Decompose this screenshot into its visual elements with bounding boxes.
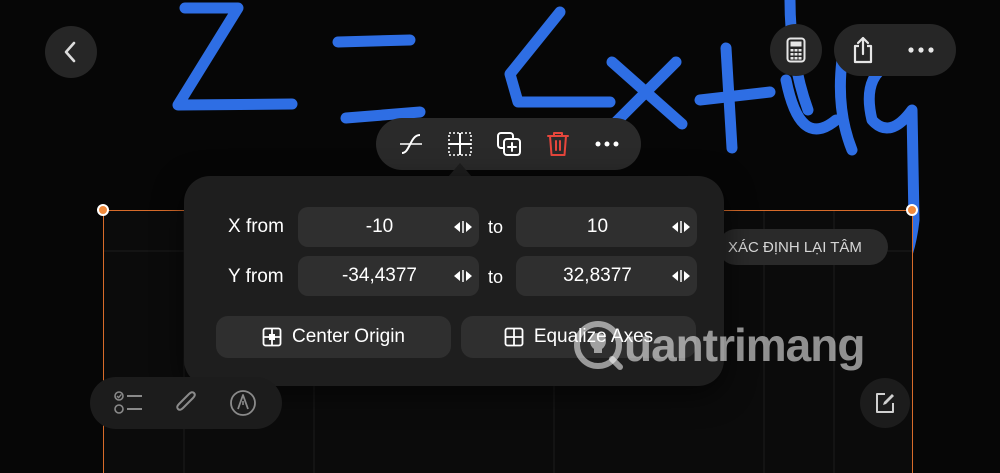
recenter-button[interactable]: XÁC ĐỊNH LẠI TÂM — [718, 229, 888, 265]
y-from-label: Y from — [228, 266, 284, 287]
calculator-icon — [786, 37, 806, 63]
equalize-axes-icon — [504, 327, 524, 347]
watermark-text: uantrimang — [624, 319, 865, 371]
center-origin-button[interactable]: Center Origin — [216, 316, 451, 358]
x-from-value: -10 — [365, 216, 394, 237]
watermark-logo-icon — [574, 321, 623, 370]
x-from-stepper[interactable] — [447, 220, 479, 234]
duplicate-button[interactable] — [489, 124, 529, 164]
grid-axes-button[interactable] — [440, 124, 480, 164]
markup-button[interactable] — [223, 383, 263, 423]
share-button[interactable] — [834, 24, 892, 76]
back-button[interactable] — [45, 26, 97, 78]
y-from-stepper[interactable] — [447, 269, 479, 283]
checklist-icon — [113, 391, 142, 414]
delete-button[interactable] — [538, 124, 578, 164]
x-to-stepper[interactable] — [665, 220, 697, 234]
more-options-button[interactable] — [892, 24, 950, 76]
y-to-label: to — [488, 267, 504, 287]
x-from-field[interactable]: -10 — [298, 207, 479, 247]
share-icon — [853, 36, 873, 64]
selection-handle-right[interactable] — [906, 204, 918, 216]
compose-icon — [876, 393, 894, 413]
checklist-button[interactable] — [109, 383, 149, 423]
y-to-field[interactable]: 32,8377 — [516, 256, 697, 296]
duplicate-icon — [496, 132, 521, 156]
trash-icon — [546, 132, 569, 156]
attachment-button[interactable] — [166, 383, 206, 423]
y-from-field[interactable]: -34,4377 — [298, 256, 479, 296]
watermark: uantrimang — [572, 318, 865, 372]
stepper-arrows-icon — [672, 221, 690, 233]
recenter-label: XÁC ĐỊNH LẠI TÂM — [728, 238, 862, 256]
stepper-arrows-icon — [454, 221, 472, 233]
ellipsis-icon — [908, 47, 934, 53]
x-to-field[interactable]: 10 — [516, 207, 697, 247]
share-more-group — [834, 24, 956, 76]
graph-toolbar — [376, 118, 641, 170]
paperclip-icon — [176, 391, 196, 411]
y-to-stepper[interactable] — [665, 269, 697, 283]
stepper-arrows-icon — [672, 270, 690, 282]
center-origin-icon — [262, 327, 282, 347]
selection-handle-left[interactable] — [97, 204, 109, 216]
x-to-value: 10 — [586, 216, 609, 237]
y-to-value: 32,8377 — [563, 265, 632, 286]
bottom-toolbar — [90, 377, 282, 429]
chevron-left-icon — [64, 41, 76, 63]
grid-axes-icon — [447, 132, 472, 156]
compose-button[interactable] — [860, 378, 910, 428]
stepper-arrows-icon — [454, 270, 472, 282]
calculator-button[interactable] — [770, 24, 822, 76]
function-curve-button[interactable] — [391, 124, 431, 164]
x-from-label: X from — [228, 216, 284, 237]
x-to-label: to — [488, 217, 504, 237]
popover-arrow — [448, 163, 472, 177]
toolbar-more-button[interactable] — [587, 124, 627, 164]
more-icon — [595, 141, 618, 147]
function-curve-icon — [399, 134, 422, 154]
pen-tip-icon — [230, 390, 257, 416]
center-origin-label: Center Origin — [292, 326, 405, 347]
y-from-value: -34,4377 — [341, 265, 417, 286]
